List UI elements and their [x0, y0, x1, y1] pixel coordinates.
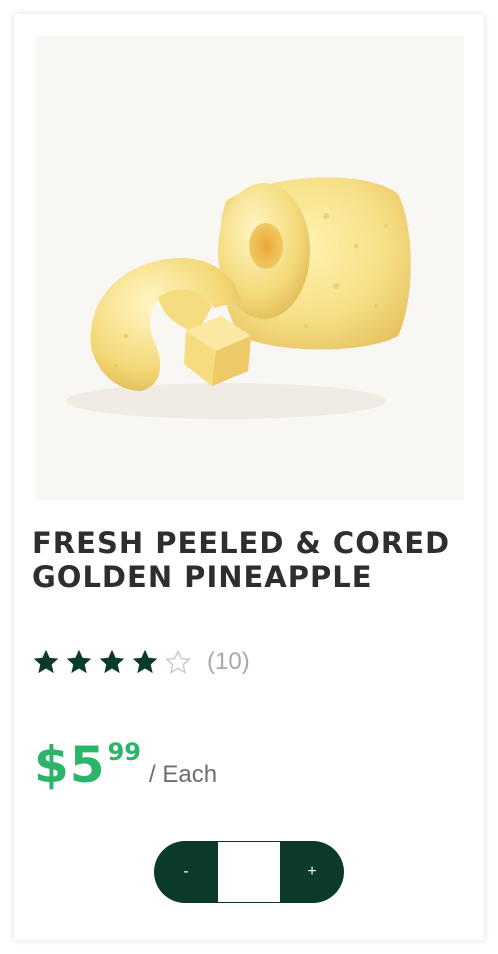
pineapple-illustration: [66, 177, 411, 419]
price-unit: / Each: [149, 761, 218, 788]
product-title[interactable]: FRESH PEELED & CORED GOLDEN PINEAPPLE: [32, 526, 452, 594]
rating: (10): [32, 647, 250, 677]
star-filled-icon: [132, 649, 158, 674]
quantity-stepper: - +: [154, 841, 344, 903]
product-image[interactable]: [36, 36, 464, 500]
price: $5 99 / Each: [34, 734, 217, 804]
review-count[interactable]: (10): [207, 648, 250, 676]
star-filled-icon: [66, 649, 92, 674]
price-dollars: $5: [34, 736, 106, 794]
increase-quantity-button[interactable]: +: [280, 841, 344, 903]
decrease-quantity-button[interactable]: -: [154, 841, 218, 903]
star-filled-icon: [33, 649, 59, 674]
price-cents: 99: [107, 738, 141, 766]
quantity-input[interactable]: [218, 841, 280, 903]
product-card: FRESH PEELED & CORED GOLDEN PINEAPPLE (1…: [14, 14, 484, 940]
star-filled-icon: [99, 649, 125, 674]
star-empty-icon: [165, 649, 191, 674]
